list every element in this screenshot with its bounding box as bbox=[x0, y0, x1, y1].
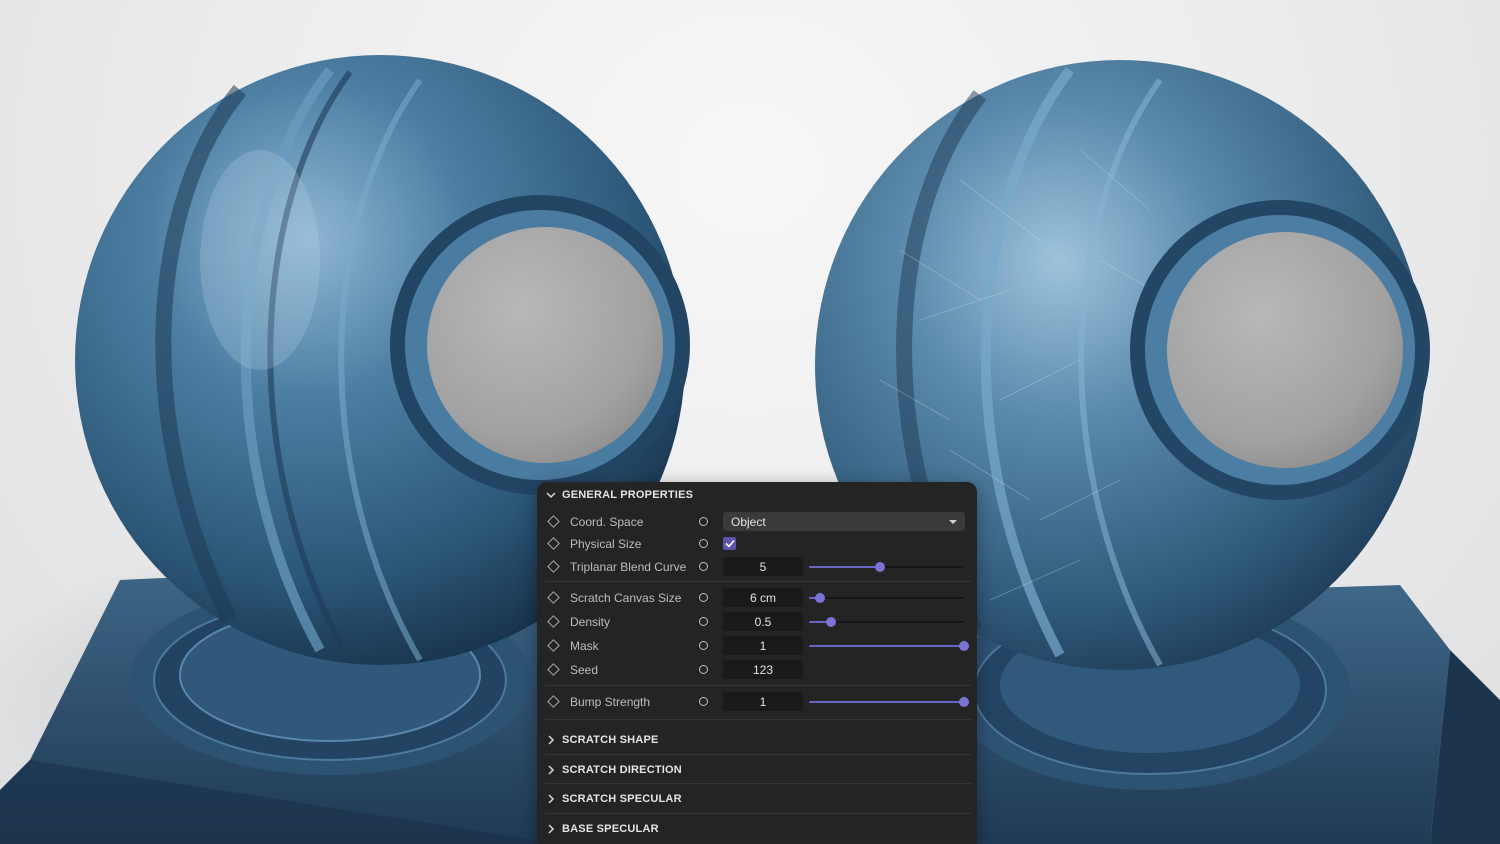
dropdown-value: Object bbox=[731, 514, 766, 529]
dropdown-arrow-icon bbox=[949, 520, 957, 524]
section-title: BASE SPECULAR bbox=[562, 823, 659, 835]
physical-size-checkbox[interactable] bbox=[723, 537, 736, 550]
bump-strength-slider[interactable] bbox=[809, 697, 969, 707]
scratch-canvas-size-field[interactable]: 6 cm bbox=[723, 588, 803, 607]
animate-circle-icon[interactable] bbox=[699, 539, 708, 548]
keyframe-diamond-icon[interactable] bbox=[547, 537, 560, 550]
slider-fill bbox=[809, 701, 964, 703]
bump-strength-field[interactable]: 1 bbox=[723, 692, 803, 711]
density-slider[interactable] bbox=[809, 617, 964, 627]
section-title: GENERAL PROPERTIES bbox=[562, 489, 694, 501]
section-base-specular[interactable]: BASE SPECULAR bbox=[537, 818, 977, 840]
property-label: Physical Size bbox=[570, 537, 642, 551]
property-row-bump-strength: Bump Strength 1 bbox=[537, 692, 977, 712]
animate-circle-icon[interactable] bbox=[699, 617, 708, 626]
property-row-triplanar-blend-curve: Triplanar Blend Curve 5 bbox=[537, 557, 977, 577]
material-properties-panel: GENERAL PROPERTIES Coord. Space Object P… bbox=[537, 482, 977, 844]
section-scratch-shape[interactable]: SCRATCH SHAPE bbox=[537, 729, 977, 751]
property-label: Coord. Space bbox=[570, 515, 644, 529]
animate-circle-icon[interactable] bbox=[699, 697, 708, 706]
property-row-physical-size: Physical Size bbox=[537, 534, 977, 554]
slider-fill bbox=[809, 645, 964, 647]
checkmark-icon bbox=[724, 539, 735, 548]
property-label: Triplanar Blend Curve bbox=[570, 560, 687, 574]
keyframe-diamond-icon[interactable] bbox=[547, 615, 560, 628]
triplanar-blend-curve-slider[interactable] bbox=[809, 562, 964, 572]
keyframe-diamond-icon[interactable] bbox=[547, 663, 560, 676]
property-label: Scratch Canvas Size bbox=[570, 591, 682, 605]
divider bbox=[545, 783, 971, 784]
animate-circle-icon[interactable] bbox=[699, 593, 708, 602]
section-scratch-specular[interactable]: SCRATCH SPECULAR bbox=[537, 788, 977, 810]
chevron-right-icon bbox=[546, 765, 556, 775]
divider bbox=[545, 685, 971, 686]
slider-fill bbox=[809, 566, 881, 568]
section-title: SCRATCH SPECULAR bbox=[562, 793, 682, 805]
property-row-density: Density 0.5 bbox=[537, 612, 977, 632]
divider bbox=[545, 813, 971, 814]
chevron-down-icon bbox=[546, 491, 556, 499]
property-row-seed: Seed 123 bbox=[537, 660, 977, 680]
property-label: Seed bbox=[570, 663, 599, 677]
property-row-scratch-canvas-size: Scratch Canvas Size 6 cm bbox=[537, 588, 977, 608]
section-general-properties[interactable]: GENERAL PROPERTIES bbox=[537, 484, 977, 506]
property-row-coord-space: Coord. Space Object bbox=[537, 512, 977, 532]
animate-circle-icon[interactable] bbox=[699, 517, 708, 526]
property-row-mask: Mask 1 bbox=[537, 636, 977, 656]
density-field[interactable]: 0.5 bbox=[723, 612, 803, 631]
property-label: Mask bbox=[570, 639, 599, 653]
slider-handle[interactable] bbox=[959, 697, 969, 707]
keyframe-diamond-icon[interactable] bbox=[547, 591, 560, 604]
divider bbox=[545, 754, 971, 755]
chevron-right-icon bbox=[546, 824, 556, 834]
slider-handle[interactable] bbox=[875, 562, 886, 572]
keyframe-diamond-icon[interactable] bbox=[547, 639, 560, 652]
divider bbox=[545, 719, 971, 720]
triplanar-blend-curve-field[interactable]: 5 bbox=[723, 557, 803, 576]
slider-handle[interactable] bbox=[825, 617, 836, 627]
section-title: SCRATCH DIRECTION bbox=[562, 764, 682, 776]
keyframe-diamond-icon[interactable] bbox=[547, 560, 560, 573]
slider-handle[interactable] bbox=[959, 641, 969, 651]
section-scratch-direction[interactable]: SCRATCH DIRECTION bbox=[537, 759, 977, 781]
chevron-right-icon bbox=[546, 735, 556, 745]
animate-circle-icon[interactable] bbox=[699, 562, 708, 571]
slider-handle[interactable] bbox=[814, 593, 825, 603]
seed-field[interactable]: 123 bbox=[723, 660, 803, 679]
mask-slider[interactable] bbox=[809, 641, 969, 651]
keyframe-diamond-icon[interactable] bbox=[547, 515, 560, 528]
chevron-right-icon bbox=[546, 794, 556, 804]
property-label: Bump Strength bbox=[570, 695, 651, 709]
coord-space-dropdown[interactable]: Object bbox=[723, 512, 965, 531]
property-label: Density bbox=[570, 615, 611, 629]
divider bbox=[545, 581, 971, 582]
mask-field[interactable]: 1 bbox=[723, 636, 803, 655]
keyframe-diamond-icon[interactable] bbox=[547, 695, 560, 708]
animate-circle-icon[interactable] bbox=[699, 641, 708, 650]
section-title: SCRATCH SHAPE bbox=[562, 734, 659, 746]
animate-circle-icon[interactable] bbox=[699, 665, 708, 674]
scratch-canvas-size-slider[interactable] bbox=[809, 593, 964, 603]
